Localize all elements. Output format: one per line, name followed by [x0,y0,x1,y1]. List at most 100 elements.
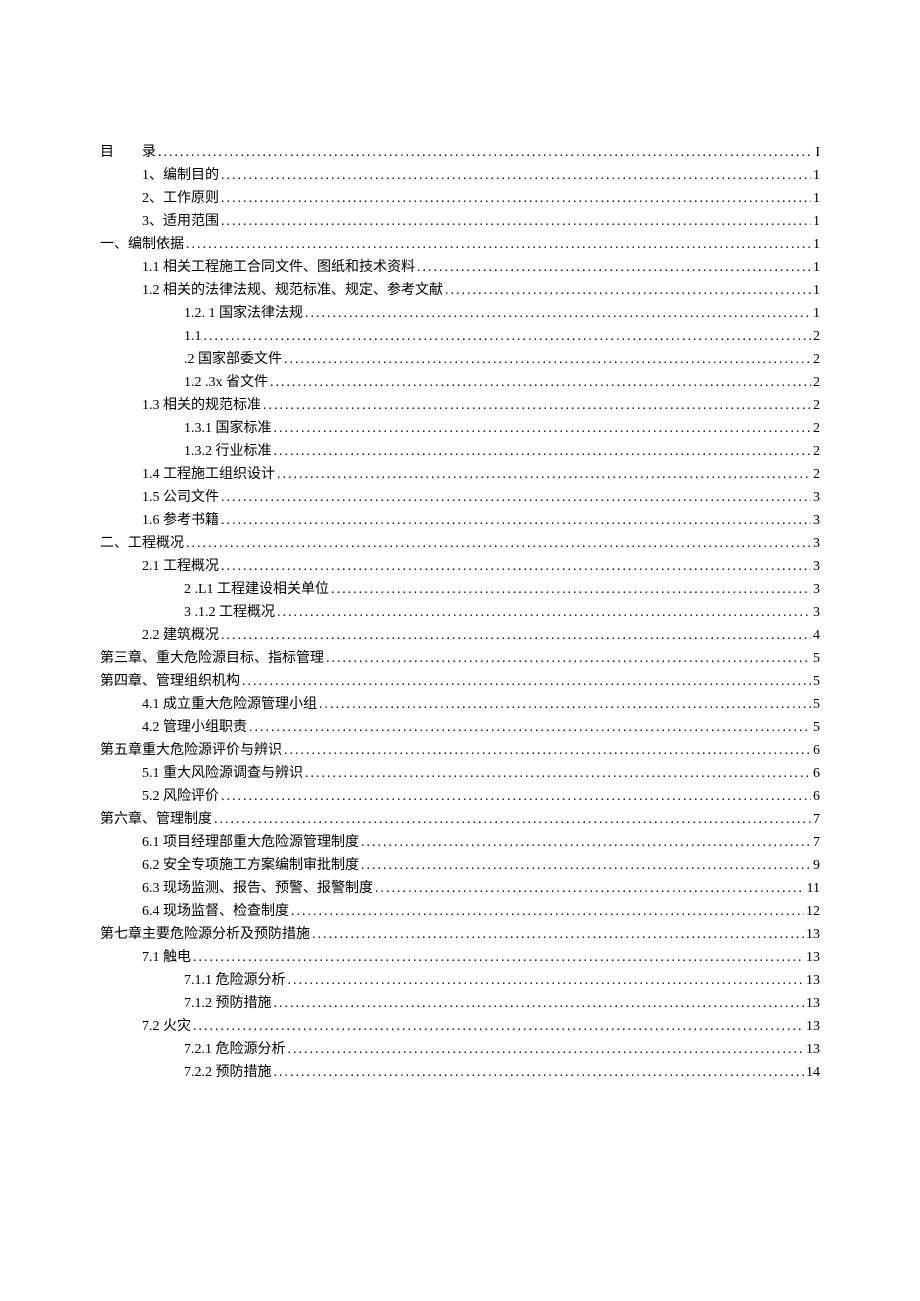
toc-entry: 1.3.2 行业标准 2 [100,441,820,462]
toc-leader-dots [274,418,812,439]
toc-leader-dots [221,487,811,508]
toc-entry: 1.4 工程施工组织设计 2 [100,464,820,485]
toc-label: 4.1 成立重大危险源管理小组 [142,694,317,715]
toc-leader-dots [221,165,811,186]
toc-label: 第七章主要危险源分析及预防措施 [100,924,310,945]
toc-entry: 1.2 .3x 省文件 2 [100,372,820,393]
toc-entry: 7.2 火灾13 [100,1016,820,1037]
toc-page-number: 2 [813,464,820,485]
toc-label: 第四章、管理组织机构 [100,671,240,692]
toc-entry: 第三章、重大危险源目标、指标管理5 [100,648,820,669]
toc-page-number: 5 [813,648,820,669]
toc-label: 7.2.2 预防措施 [184,1062,272,1083]
toc-entry: 1.2 相关的法律法规、规范标准、规定、参考文献 1 [100,280,820,301]
toc-entry: 7.1.2 预防措施13 [100,993,820,1014]
toc-label: 目 录 [100,142,156,163]
toc-leader-dots [221,510,811,531]
toc-label: 一、编制依据 [100,234,184,255]
toc-page-number: 1 [813,234,820,255]
toc-leader-dots [186,234,811,255]
toc-leader-dots [326,648,811,669]
toc-page-number: 6 [813,786,820,807]
toc-leader-dots [193,947,804,968]
toc-leader-dots [284,349,811,370]
toc-page-number: 5 [813,717,820,738]
toc-label: 第六章、管理制度 [100,809,212,830]
toc-page-number: 2 [813,372,820,393]
toc-label: 1.4 工程施工组织设计 [142,464,275,485]
toc-leader-dots [221,556,811,577]
toc-label: 5.2 风险评价 [142,786,219,807]
toc-page-number: 13 [806,1016,820,1037]
toc-entry: 2.2 建筑概况4 [100,625,820,646]
toc-label: 1.1 [184,326,202,347]
toc-leader-dots [361,855,811,876]
toc-page-number: 7 [813,832,820,853]
toc-entry: 1.3.1 国家标准2 [100,418,820,439]
toc-page-number: 13 [806,924,820,945]
toc-entry: 7.1.1 危险源分析 13 [100,970,820,991]
toc-page-number: I [815,142,820,163]
toc-label: 2 .L1 工程建设相关单位 [184,579,329,600]
toc-entry: 4.1 成立重大危险源管理小组5 [100,694,820,715]
toc-page-number: 1 [813,257,820,278]
toc-page-number: 14 [806,1062,820,1083]
toc-entry: 一、编制依据 1 [100,234,820,255]
toc-leader-dots [274,1062,805,1083]
toc-leader-dots [158,142,813,163]
toc-page-number: 3 [813,487,820,508]
toc-page-number: 3 [813,556,820,577]
toc-entry: 2 .L1 工程建设相关单位 3 [100,579,820,600]
toc-page-number: 13 [806,947,820,968]
toc-label: 1.2 .3x 省文件 [184,372,268,393]
toc-page-number: 13 [806,970,820,991]
toc-entry: .2 国家部委文件2 [100,349,820,370]
toc-entry: 1.3 相关的规范标准2 [100,395,820,416]
toc-leader-dots [221,786,811,807]
toc-label: 1.5 公司文件 [142,487,219,508]
toc-entry: 1.2. 1 国家法律法规1 [100,303,820,324]
toc-entry: 2.1 工程概况3 [100,556,820,577]
toc-entry: 二、工程概况3 [100,533,820,554]
toc-entry: 第七章主要危险源分析及预防措施 13 [100,924,820,945]
toc-entry: 2、工作原则1 [100,188,820,209]
toc-entry: 1、编制目的1 [100,165,820,186]
toc-page-number: 5 [813,671,820,692]
toc-label: .2 国家部委文件 [184,349,282,370]
toc-leader-dots [288,1039,805,1060]
toc-page-number: 3 [813,510,820,531]
toc-label: 1.2. 1 国家法律法规 [184,303,303,324]
toc-page-number: 2 [813,441,820,462]
toc-label: 1.3.1 国家标准 [184,418,272,439]
toc-entry: 目 录I [100,142,820,163]
toc-label: 6.2 安全专项施工方案编制审批制度 [142,855,359,876]
toc-page-number: 3 [813,579,820,600]
toc-leader-dots [284,740,811,761]
toc-leader-dots [274,993,805,1014]
toc-entry: 第六章、管理制度 7 [100,809,820,830]
toc-label: 1.2 相关的法律法规、规范标准、规定、参考文献 [142,280,443,301]
toc-entry: 3、适用范围 1 [100,211,820,232]
toc-page-number: 1 [813,211,820,232]
toc-label: 7.1 触电 [142,947,191,968]
toc-page-number: 6 [813,763,820,784]
toc-leader-dots [193,1016,804,1037]
toc-label: 6.4 现场监督、检查制度 [142,901,289,922]
toc-leader-dots [274,441,812,462]
toc-label: 7.1.1 危险源分析 [184,970,286,991]
toc-label: 2、工作原则 [142,188,219,209]
toc-page-number: 11 [807,878,820,899]
toc-leader-dots [221,211,811,232]
toc-label: 3、适用范围 [142,211,219,232]
toc-entry: 1.6 参考书籍3 [100,510,820,531]
toc-page: 目 录I1、编制目的12、工作原则13、适用范围1一、编制依据11.1 相关工程… [0,0,920,1301]
toc-entry: 6.3 现场监测、报告、预警、报警制度11 [100,878,820,899]
toc-page-number: 3 [813,533,820,554]
toc-leader-dots [305,303,811,324]
toc-page-number: 7 [813,809,820,830]
toc-entry: 1.1 相关工程施工合同文件、图纸和技术资料1 [100,257,820,278]
toc-page-number: 1 [813,280,820,301]
toc-leader-dots [242,671,811,692]
toc-entry: 6.2 安全专项施工方案编制审批制度9 [100,855,820,876]
toc-label: 1.3.2 行业标准 [184,441,272,462]
